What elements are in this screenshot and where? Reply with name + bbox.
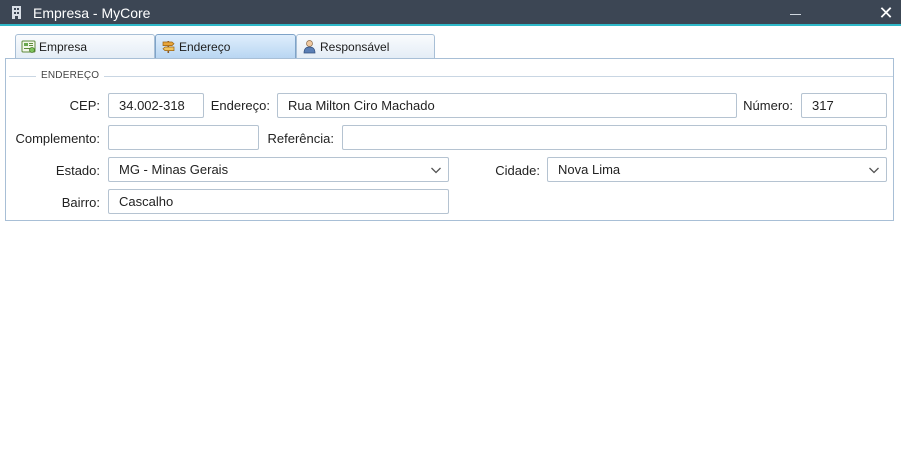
app-window: Empresa - MyCore ✕ Empresa Endereço Resp… — [0, 0, 901, 460]
numero-field[interactable]: 317 — [801, 93, 887, 118]
signpost-icon — [162, 41, 175, 53]
minimize-button[interactable] — [788, 6, 804, 22]
tab-responsavel[interactable]: Responsável — [296, 34, 435, 58]
tab-empresa[interactable]: Empresa — [15, 34, 155, 58]
referencia-field[interactable] — [342, 125, 887, 150]
section-legend: ENDEREÇO — [36, 70, 105, 82]
bairro-field[interactable]: Cascalho — [108, 189, 449, 214]
building-icon — [12, 6, 21, 19]
endereco-field[interactable]: Rua Milton Ciro Machado — [277, 93, 737, 118]
cep-field[interactable]: 34.002-318 — [108, 93, 204, 118]
title-bar[interactable]: Empresa - MyCore ✕ — [0, 0, 901, 26]
chevron-down-icon — [869, 167, 879, 174]
estado-value: MG - Minas Gerais — [119, 162, 229, 177]
cidade-value: Nova Lima — [558, 162, 621, 177]
close-button[interactable]: ✕ — [876, 3, 896, 23]
estado-select[interactable]: MG - Minas Gerais — [108, 157, 449, 182]
chevron-down-icon — [431, 167, 441, 174]
cep-label: CEP: — [69, 98, 100, 113]
section-divider — [9, 76, 893, 77]
cidade-select[interactable]: Nova Lima — [547, 157, 887, 182]
endereco-label: Endereço: — [210, 98, 270, 113]
window-title: Empresa - MyCore — [33, 5, 151, 21]
numero-label: Número: — [743, 98, 793, 113]
tab-empresa-label: Empresa — [39, 40, 88, 54]
estado-label: Estado: — [55, 163, 100, 178]
complemento-field[interactable] — [108, 125, 259, 150]
tab-endereco-label: Endereço — [179, 40, 231, 54]
tab-endereco[interactable]: Endereço — [155, 34, 296, 58]
tab-responsavel-label: Responsável — [320, 40, 390, 54]
complemento-label: Complemento: — [15, 131, 100, 146]
company-icon — [21, 40, 36, 53]
cidade-label: Cidade: — [495, 163, 540, 178]
referencia-label: Referência: — [267, 131, 334, 146]
person-icon — [303, 40, 316, 54]
bairro-label: Bairro: — [61, 195, 100, 210]
